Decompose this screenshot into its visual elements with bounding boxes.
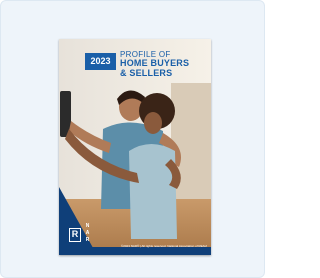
nar-logo-icon: R [69, 228, 81, 242]
report-cover-image[interactable]: 2023 PROFILE OF HOME BUYERS & SELLERS R … [59, 39, 211, 255]
nar-logo-letters: N A R [84, 223, 91, 244]
nar-logo-letter: N [85, 223, 90, 229]
cover-title-line-2: HOME BUYERS [120, 58, 190, 68]
cover-title-line-3: & SELLERS [120, 68, 173, 78]
publication-card[interactable]: 2023 PROFILE OF HOME BUYERS & SELLERS R … [0, 0, 265, 278]
cover-footer-note: ©2023 NAR® | All rights reserved. Nation… [121, 244, 207, 248]
nar-logo-letter: A [85, 230, 90, 236]
report-year-badge: 2023 [85, 53, 116, 70]
nar-logo-letter: R [85, 237, 90, 243]
